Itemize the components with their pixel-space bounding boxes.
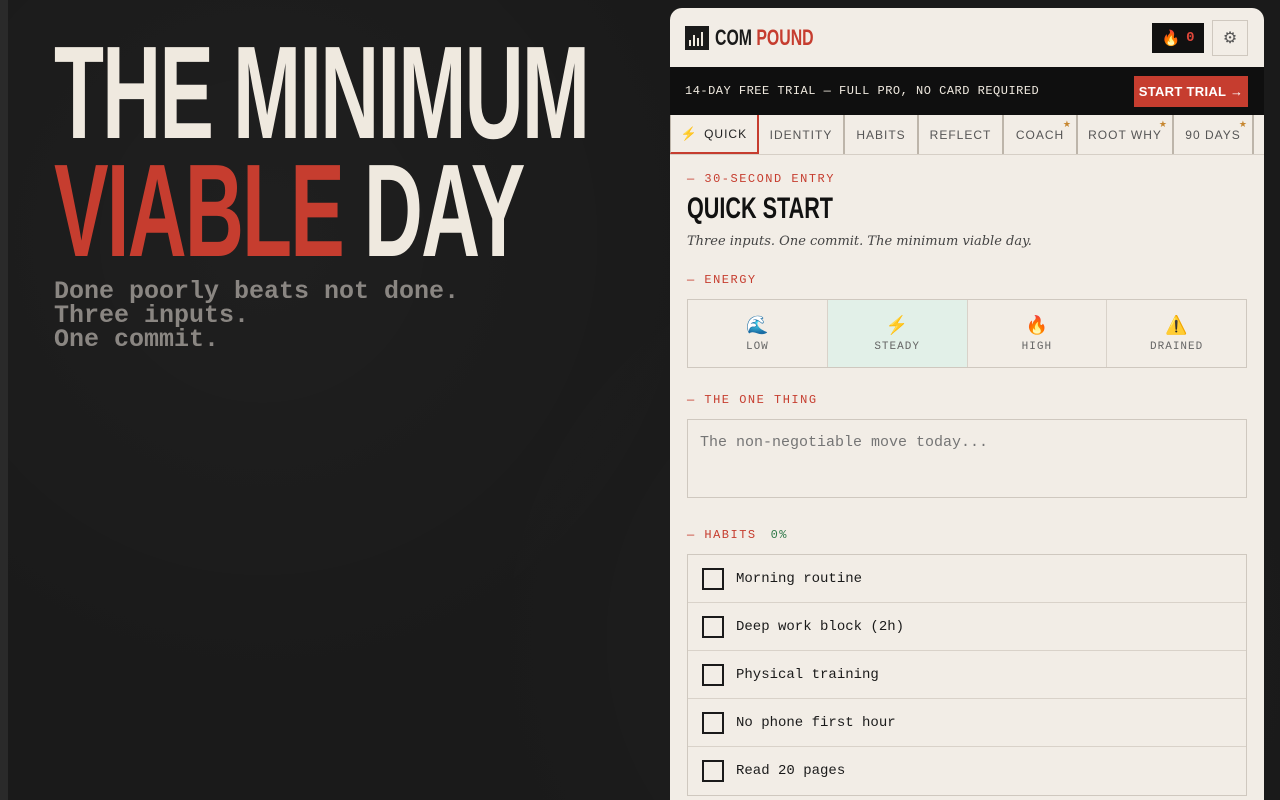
pro-star-icon: ★ — [1062, 119, 1072, 129]
habit-label: No phone first hour — [736, 714, 896, 731]
habits-label: — HABITS — [687, 528, 757, 542]
habit-item[interactable]: Physical training — [688, 651, 1246, 699]
tab-identity[interactable]: IDENTITY — [759, 115, 845, 154]
wave-icon: 🌊 — [746, 314, 769, 335]
habit-checkbox[interactable] — [702, 615, 724, 638]
habit-item[interactable]: Read 20 pages — [688, 747, 1246, 795]
brand-part-1: COM — [715, 24, 752, 50]
fire-icon: 🔥 — [1025, 314, 1049, 335]
energy-option-label: LOW — [745, 340, 769, 353]
energy-option-drained[interactable]: ⚠️ DRAINED — [1107, 300, 1246, 367]
tab-label: COACH — [1015, 127, 1065, 142]
lightning-icon: ⚡ — [680, 125, 699, 141]
hero-sub-line: One commit. — [54, 325, 220, 354]
tab-bar: ⚡ QUICK IDENTITY HABITS REFLECT COACH ★ … — [670, 115, 1264, 155]
page-title: QUICK START — [687, 192, 833, 225]
page-description: Three inputs. One commit. The minimum vi… — [687, 234, 1032, 249]
tab-label: ROOT WHY — [1088, 127, 1162, 142]
pro-star-icon: ★ — [1238, 119, 1248, 129]
habit-list: Morning routine Deep work block (2h) Phy… — [687, 554, 1247, 796]
energy-selector: 🌊 LOW ⚡ STEADY 🔥 HIGH ⚠️ DRAINED — [687, 299, 1247, 368]
tab-90-days[interactable]: 90 DAYS ★ — [1174, 115, 1254, 154]
energy-option-high[interactable]: 🔥 HIGH — [968, 300, 1108, 367]
brand[interactable]: COM POUND — [685, 25, 852, 51]
hero-subtitle: Done poorly beats not done. Three inputs… — [54, 279, 674, 354]
lightning-icon: ⚡ — [885, 314, 909, 335]
habit-item[interactable]: No phone first hour — [688, 699, 1246, 747]
habit-label: Morning routine — [736, 570, 863, 587]
habits-header: — HABITS 0% — [687, 528, 1247, 542]
tab-label: QUICK — [704, 126, 748, 141]
tab-label: IDENTITY — [769, 127, 833, 142]
streak-count: 0 — [1186, 29, 1195, 46]
hero-line-2-rest: DAY — [342, 137, 526, 284]
habit-label: Physical training — [736, 666, 879, 683]
habits-percent: 0% — [770, 528, 789, 542]
top-actions: 🔥 0 ⚙ — [1152, 19, 1248, 56]
top-bar: COM POUND 🔥 0 ⚙ — [670, 8, 1264, 67]
energy-option-label: STEADY — [874, 340, 920, 353]
flame-icon: 🔥 — [1161, 29, 1181, 47]
section-eyebrow: — 30-SECOND ENTRY — [687, 172, 835, 186]
habit-checkbox[interactable] — [702, 663, 724, 686]
pro-star-icon: ★ — [1158, 119, 1168, 129]
habit-label: Deep work block (2h) — [736, 618, 905, 635]
brand-name: COM POUND — [715, 25, 814, 51]
tab-root-why[interactable]: ROOT WHY ★ — [1078, 115, 1174, 154]
window-edge — [0, 0, 8, 800]
energy-option-label: DRAINED — [1150, 340, 1204, 353]
hero-line-2: VIABLE DAY — [54, 145, 525, 277]
habit-item[interactable]: Deep work block (2h) — [688, 603, 1246, 651]
hero-accent-word: VIABLE — [54, 137, 345, 284]
warning-icon: ⚠️ — [1165, 314, 1188, 335]
habit-checkbox[interactable] — [702, 567, 724, 590]
hero: THE MINIMUM VIABLE DAY Done poorly beats… — [54, 19, 674, 354]
hero-line-1: THE MINIMUM — [54, 19, 590, 166]
tab-reflect[interactable]: REFLECT — [919, 115, 1004, 154]
settings-button[interactable]: ⚙ — [1212, 19, 1248, 56]
one-thing-input[interactable] — [687, 419, 1247, 498]
gear-icon: ⚙ — [1222, 29, 1238, 47]
energy-label: — ENERGY — [687, 273, 757, 287]
habit-checkbox[interactable] — [702, 760, 724, 782]
tab-coach[interactable]: COACH ★ — [1004, 115, 1078, 154]
start-trial-button[interactable]: START TRIAL → — [1134, 75, 1248, 107]
tab-quick[interactable]: ⚡ QUICK — [670, 115, 759, 154]
energy-option-steady[interactable]: ⚡ STEADY — [827, 300, 968, 367]
quick-start-content: — 30-SECOND ENTRY QUICK START Three inpu… — [670, 172, 1264, 796]
habit-item[interactable]: Morning routine — [688, 555, 1246, 603]
streak-counter[interactable]: 🔥 0 — [1152, 22, 1204, 53]
bar-chart-logo-icon — [685, 25, 709, 50]
energy-option-label: HIGH — [1021, 340, 1053, 353]
energy-option-low[interactable]: 🌊 LOW — [688, 300, 828, 367]
app-panel: COM POUND 🔥 0 ⚙ 14-DAY FREE TRIAL — FULL… — [670, 8, 1264, 800]
tab-label: HABITS — [856, 127, 906, 142]
trial-text: 14-DAY FREE TRIAL — FULL PRO, NO CARD RE… — [685, 84, 1040, 98]
trial-banner: 14-DAY FREE TRIAL — FULL PRO, NO CARD RE… — [670, 67, 1264, 115]
one-thing-label: — THE ONE THING — [687, 393, 818, 407]
tab-habits[interactable]: HABITS — [845, 115, 919, 154]
habit-checkbox[interactable] — [702, 711, 724, 734]
brand-part-2: POUND — [756, 24, 814, 50]
tab-label: 90 DAYS — [1185, 127, 1241, 142]
tab-label: REFLECT — [929, 127, 992, 142]
habit-label: Read 20 pages — [736, 763, 846, 779]
